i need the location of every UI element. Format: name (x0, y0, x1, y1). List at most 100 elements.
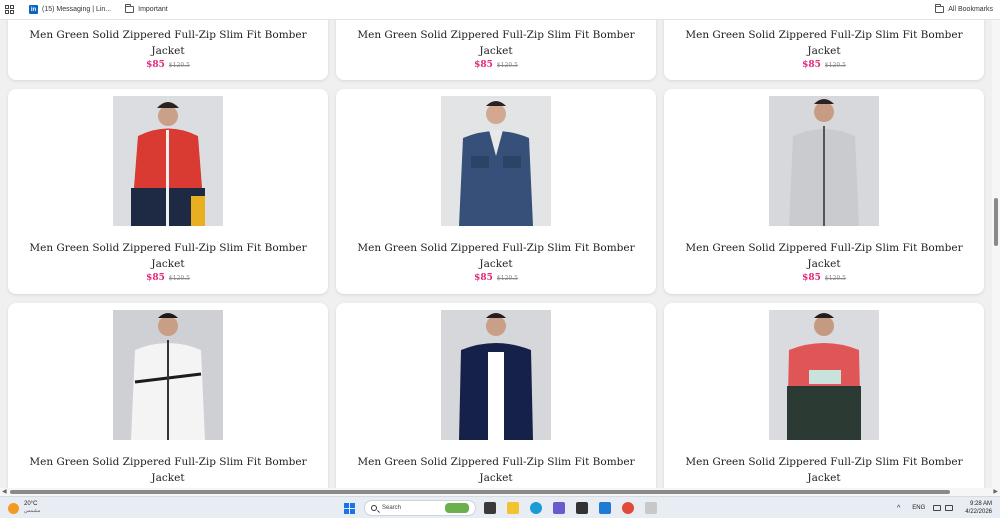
weather-text: مشمس (24, 508, 41, 514)
temperature: 20°C (24, 501, 38, 507)
product-card[interactable]: Men Green Solid Zippered Full-Zip Slim F… (336, 303, 656, 488)
current-price: $85 (474, 273, 493, 283)
vscode-icon[interactable] (599, 502, 611, 514)
product-price: $85 $120.5 (8, 273, 328, 283)
original-price: $120.5 (824, 275, 846, 282)
original-price: $120.5 (168, 275, 190, 282)
bookmark-linkedin-label: (15) Messaging | Lin... (42, 6, 112, 13)
chevron-up-icon[interactable]: ^ (897, 505, 900, 512)
vertical-scroll-thumb[interactable] (994, 198, 998, 246)
bookmark-linkedin-messaging[interactable]: in (15) Messaging | Lin... (29, 5, 111, 14)
system-tray: ^ ENG 9:28 AM 4/22/2026 (897, 500, 992, 516)
scroll-right-arrow-icon[interactable]: ▶ (993, 488, 998, 496)
pocket (503, 156, 521, 168)
jacket-photo-2 (441, 96, 551, 226)
start-button-icon[interactable] (344, 503, 355, 514)
teams-icon[interactable] (553, 502, 565, 514)
edge-browser-icon[interactable] (530, 502, 542, 514)
original-price: $120.5 (496, 275, 518, 282)
search-icon (371, 505, 377, 511)
head (486, 104, 506, 124)
terminal-icon[interactable] (576, 502, 588, 514)
product-image[interactable] (441, 96, 551, 226)
language-indicator[interactable]: ENG (912, 505, 925, 511)
chrome-icon[interactable] (622, 502, 634, 514)
product-image[interactable] (769, 96, 879, 226)
head (158, 106, 178, 126)
product-image[interactable] (113, 96, 223, 226)
product-card[interactable]: Men Green Solid Zippered Full-Zip Slim F… (8, 20, 328, 80)
weather-widget[interactable]: 20°C مشمس (8, 501, 40, 515)
folder-icon (125, 4, 135, 13)
jacket-yellow-sleeve (191, 196, 205, 226)
jacket-photo-4 (113, 310, 223, 440)
product-card[interactable]: Men Green Solid Zippered Full-Zip Slim F… (664, 20, 984, 80)
folder-icon (935, 4, 945, 13)
product-grid: Men Green Solid Zippered Full-Zip Slim F… (0, 20, 992, 488)
product-title[interactable]: Men Green Solid Zippered Full-Zip Slim F… (346, 28, 646, 59)
current-price: $85 (802, 60, 821, 70)
head (486, 316, 506, 336)
original-price: $120.5 (168, 62, 190, 69)
product-price: $85 $120.5 (8, 60, 328, 70)
task-view-icon[interactable] (484, 502, 496, 514)
product-card[interactable]: Men Green Solid Zippered Full-Zip Slim F… (336, 89, 656, 294)
jacket-photo-5 (441, 310, 551, 440)
product-card[interactable]: Men Green Solid Zippered Full-Zip Slim F… (664, 303, 984, 488)
white-tshirt (488, 352, 504, 440)
all-bookmarks-button[interactable]: All Bookmarks (935, 4, 993, 13)
current-price: $85 (146, 273, 165, 283)
product-title[interactable]: Men Green Solid Zippered Full-Zip Slim F… (18, 28, 318, 59)
product-card[interactable]: Men Green Solid Zippered Full-Zip Slim F… (664, 89, 984, 294)
jacket-photo-1 (113, 96, 223, 226)
product-title[interactable]: Men Green Solid Zippered Full-Zip Slim F… (346, 241, 646, 272)
zipper (167, 340, 169, 440)
file-explorer-icon[interactable] (507, 502, 519, 514)
product-title[interactable]: Men Green Solid Zippered Full-Zip Slim F… (18, 455, 318, 486)
current-price: $85 (802, 273, 821, 283)
product-image[interactable] (113, 310, 223, 440)
product-card[interactable]: Men Green Solid Zippered Full-Zip Slim F… (8, 303, 328, 488)
all-bookmarks-label: All Bookmarks (948, 6, 993, 13)
product-price: $85 $120.5 (664, 273, 984, 283)
product-title[interactable]: Men Green Solid Zippered Full-Zip Slim F… (674, 28, 974, 59)
product-card[interactable]: Men Green Solid Zippered Full-Zip Slim F… (336, 20, 656, 80)
time: 9:28 AM (969, 501, 992, 507)
horizontal-scrollbar[interactable]: ◀ ▶ (0, 488, 1000, 496)
product-title[interactable]: Men Green Solid Zippered Full-Zip Slim F… (346, 455, 646, 486)
scroll-left-arrow-icon[interactable]: ◀ (2, 488, 7, 496)
product-title[interactable]: Men Green Solid Zippered Full-Zip Slim F… (18, 241, 318, 272)
product-card[interactable]: Men Green Solid Zippered Full-Zip Slim F… (8, 89, 328, 294)
product-title[interactable]: Men Green Solid Zippered Full-Zip Slim F… (674, 455, 974, 486)
current-price: $85 (146, 60, 165, 70)
taskbar-search[interactable]: Search (364, 500, 476, 516)
apps-grid-icon[interactable] (5, 4, 15, 15)
jacket-photo-6 (769, 310, 879, 440)
head (158, 316, 178, 336)
volume-icon[interactable] (945, 505, 954, 511)
mint-panel (809, 370, 841, 384)
network-icon[interactable] (933, 505, 942, 511)
head (814, 102, 834, 122)
dark-green-panel (787, 386, 861, 440)
snipping-tool-icon[interactable] (645, 502, 657, 514)
original-price: $120.5 (824, 62, 846, 69)
vertical-scrollbar[interactable] (992, 20, 1000, 488)
product-price: $85 $120.5 (336, 60, 656, 70)
product-image[interactable] (441, 310, 551, 440)
jacket-photo-3 (769, 96, 879, 226)
bookmarks-bar: in (15) Messaging | Lin... Important All… (0, 0, 1000, 20)
head (814, 316, 834, 336)
search-label: Search (382, 505, 402, 511)
current-price: $85 (474, 60, 493, 70)
product-image[interactable] (769, 310, 879, 440)
clock[interactable]: 9:28 AM 4/22/2026 (965, 500, 992, 516)
product-title[interactable]: Men Green Solid Zippered Full-Zip Slim F… (674, 241, 974, 272)
linkedin-icon: in (29, 5, 38, 14)
product-price: $85 $120.5 (664, 60, 984, 70)
pocket (471, 156, 489, 168)
bookmark-folder-important[interactable]: Important (125, 4, 168, 13)
search-highlight-icon (445, 503, 469, 513)
horizontal-scroll-thumb[interactable] (10, 490, 950, 494)
sun-icon (8, 502, 19, 514)
